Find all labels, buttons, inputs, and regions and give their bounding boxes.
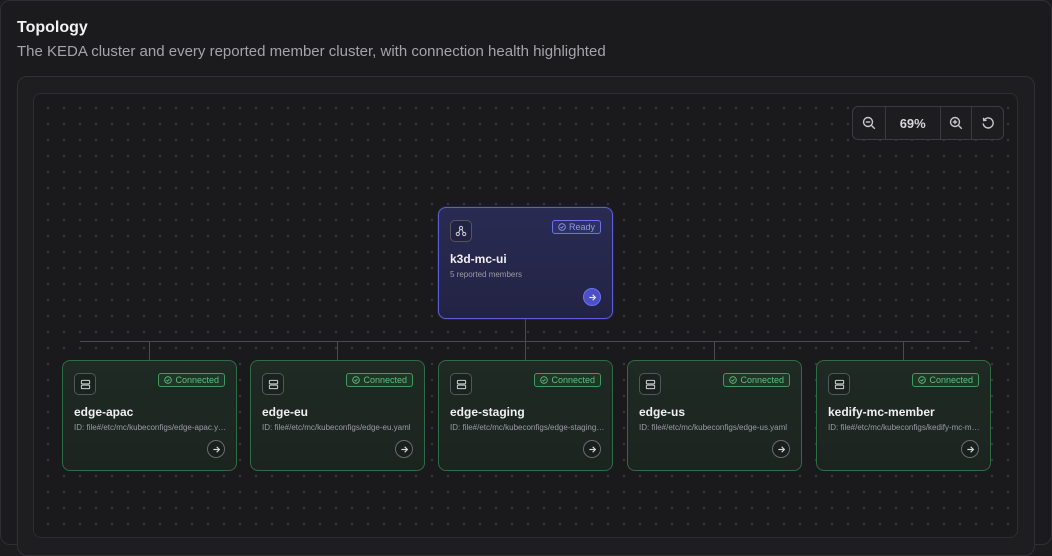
status-label: Connected xyxy=(363,375,407,385)
cluster-name: edge-staging xyxy=(450,405,525,419)
member-cluster-node[interactable]: Connected edge-staging ID: file#/etc/mc/… xyxy=(438,360,613,471)
connector-member-1 xyxy=(149,341,150,360)
zoom-out-button[interactable] xyxy=(853,107,885,139)
status-badge: Connected xyxy=(158,373,225,387)
check-circle-icon xyxy=(918,376,927,384)
server-icon xyxy=(74,373,96,395)
status-badge: Connected xyxy=(534,373,601,387)
member-cluster-node[interactable]: Connected edge-eu ID: file#/etc/mc/kubec… xyxy=(250,360,425,471)
check-circle-icon xyxy=(540,376,549,384)
arrow-right-icon xyxy=(777,445,785,453)
member-cluster-node[interactable]: Connected edge-apac ID: file#/etc/mc/kub… xyxy=(62,360,237,471)
connector-member-4 xyxy=(714,341,715,360)
status-badge: Ready xyxy=(551,220,601,234)
arrow-right-icon xyxy=(966,445,974,453)
arrow-right-icon xyxy=(400,445,408,453)
connector-member-3 xyxy=(525,341,526,360)
page-title: Topology xyxy=(17,19,88,36)
zoom-in-button[interactable] xyxy=(939,107,972,139)
open-cluster-button[interactable] xyxy=(583,288,601,306)
check-circle-icon xyxy=(352,376,361,384)
open-cluster-button[interactable] xyxy=(207,440,225,458)
zoom-level: 69% xyxy=(884,107,940,139)
server-icon xyxy=(262,373,284,395)
reset-view-button[interactable] xyxy=(971,107,1003,139)
cluster-id: ID: file#/etc/mc/kubeconfigs/edge-stagin… xyxy=(450,423,605,432)
check-circle-icon xyxy=(164,376,173,384)
cluster-name: edge-apac xyxy=(74,405,134,419)
arrow-right-icon xyxy=(588,293,596,301)
status-label: Connected xyxy=(929,375,973,385)
check-circle-icon xyxy=(558,223,566,231)
cluster-name: kedify-mc-member xyxy=(828,405,935,419)
cluster-hub-icon xyxy=(450,220,472,242)
cluster-name: edge-eu xyxy=(262,405,309,419)
open-cluster-button[interactable] xyxy=(961,440,979,458)
status-label: Connected xyxy=(175,375,219,385)
server-icon xyxy=(828,373,850,395)
cluster-id: ID: file#/etc/mc/kubeconfigs/edge-apac.y… xyxy=(74,423,229,432)
open-cluster-button[interactable] xyxy=(772,440,790,458)
cluster-subtitle: 5 reported members xyxy=(450,270,523,279)
status-badge: Connected xyxy=(723,373,790,387)
zoom-out-icon xyxy=(862,116,876,130)
connector-member-5 xyxy=(903,341,904,360)
cluster-name: k3d-mc-ui xyxy=(450,252,507,266)
cluster-id: ID: file#/etc/mc/kubeconfigs/edge-eu.yam… xyxy=(262,423,411,432)
open-cluster-button[interactable] xyxy=(583,440,601,458)
connector-member-2 xyxy=(337,341,338,360)
zoom-in-icon xyxy=(949,116,963,130)
arrow-right-icon xyxy=(212,445,220,453)
root-cluster-node[interactable]: Ready k3d-mc-ui 5 reported members xyxy=(438,207,613,319)
arrow-right-icon xyxy=(588,445,596,453)
status-label: Connected xyxy=(551,375,595,385)
member-cluster-node[interactable]: Connected kedify-mc-member ID: file#/etc… xyxy=(816,360,991,471)
status-label: Ready xyxy=(568,222,595,232)
zoom-controls: 69% xyxy=(852,106,1004,140)
cluster-name: edge-us xyxy=(639,405,686,419)
cluster-id: ID: file#/etc/mc/kubeconfigs/kedify-mc-m… xyxy=(828,423,983,432)
connector-root xyxy=(525,319,526,341)
status-badge: Connected xyxy=(346,373,413,387)
server-icon xyxy=(639,373,661,395)
page-subtitle: The KEDA cluster and every reported memb… xyxy=(17,43,606,60)
status-badge: Connected xyxy=(912,373,979,387)
check-circle-icon xyxy=(729,376,738,384)
cluster-id: ID: file#/etc/mc/kubeconfigs/edge-us.yam… xyxy=(639,423,788,432)
open-cluster-button[interactable] xyxy=(395,440,413,458)
reset-icon xyxy=(982,117,994,129)
server-icon xyxy=(450,373,472,395)
status-label: Connected xyxy=(740,375,784,385)
member-cluster-node[interactable]: Connected edge-us ID: file#/etc/mc/kubec… xyxy=(627,360,802,471)
